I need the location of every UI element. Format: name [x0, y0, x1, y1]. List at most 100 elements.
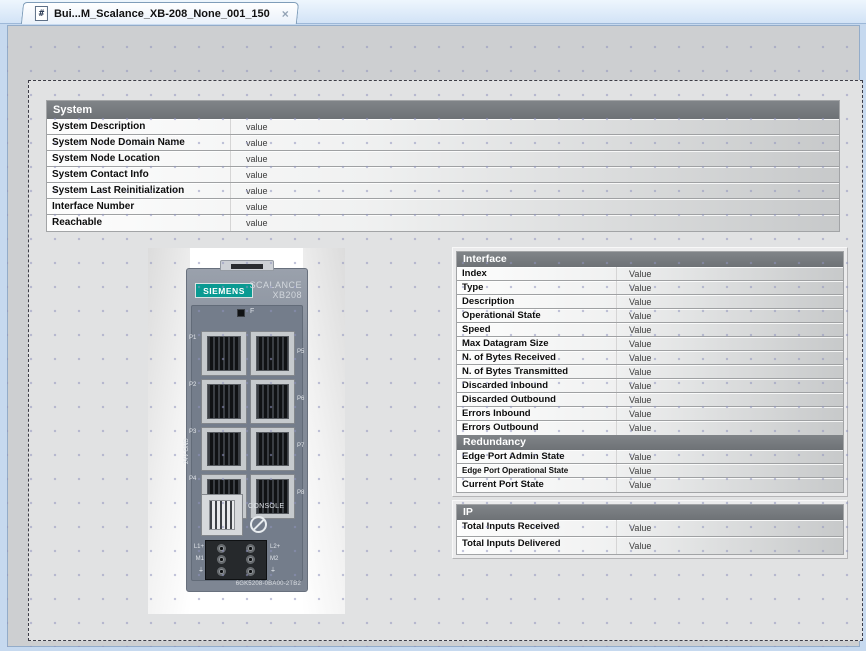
table-row: Index Value [457, 267, 843, 281]
table-row: System Node Location value [47, 151, 839, 167]
row-label: Index [457, 267, 617, 280]
row-value: Value [617, 523, 651, 533]
editor-window: # Bui...M_Scalance_XB-208_None_001_150 ×… [0, 0, 866, 651]
row-value: Value [617, 541, 651, 551]
row-label: Discarded Outbound [457, 393, 617, 406]
table-row: Errors Outbound Value [457, 421, 843, 435]
table-row: N. of Bytes Transmitted Value [457, 365, 843, 379]
photo-shadow-left [148, 248, 190, 614]
device-photo[interactable]: SIEMENS SCALANCE XB208 F [148, 248, 345, 614]
power-labels-left: L1+M1⏚ [190, 541, 204, 577]
row-value: Value [617, 297, 651, 307]
row-label: Description [457, 295, 617, 308]
power-terminal-block [205, 540, 267, 580]
table-row: Edge Port Admin State Value [457, 450, 843, 464]
row-value: Value [617, 466, 651, 476]
selection-marquee[interactable]: System System Description value System N… [28, 80, 863, 641]
interface-table-header: Interface [457, 252, 843, 267]
row-label: Errors Inbound [457, 407, 617, 420]
row-label: Total Inputs Received [457, 520, 617, 536]
row-label: System Description [47, 119, 231, 134]
ip-table[interactable]: IP Total Inputs Received Value Total Inp… [452, 500, 848, 559]
power-side-label: 24V GND [184, 438, 190, 464]
article-number: 6GK5208-0BA00-2TB2 [236, 581, 301, 587]
system-table-header: System [47, 101, 839, 119]
console-port [201, 494, 243, 536]
system-table[interactable]: System System Description value System N… [46, 100, 840, 232]
row-value: Value [617, 353, 651, 363]
tab-scalance-screen[interactable]: # Bui...M_Scalance_XB-208_None_001_150 × [21, 2, 299, 24]
table-row: Interface Number value [47, 199, 839, 215]
row-value: value [231, 218, 268, 228]
row-label: System Last Reinitialization [47, 183, 231, 198]
row-label: System Contact Info [47, 167, 231, 182]
redundancy-table-header: Redundancy [457, 435, 843, 450]
table-row: Reachable value [47, 215, 839, 231]
fault-led [237, 309, 245, 317]
rj45-port-grid [201, 331, 295, 519]
table-row: Total Inputs Delivered Value [457, 537, 843, 554]
console-label: CONSOLE [248, 503, 284, 510]
table-row: Total Inputs Received Value [457, 520, 843, 537]
table-row: Current Port State Value [457, 478, 843, 492]
table-row: Type Value [457, 281, 843, 295]
row-value: value [231, 154, 268, 164]
row-label: System Node Domain Name [47, 135, 231, 150]
row-label: N. of Bytes Transmitted [457, 365, 617, 378]
interface-table[interactable]: Interface Index Value Type Value Descrip… [452, 247, 848, 497]
row-value: Value [617, 367, 651, 377]
row-value: value [231, 138, 268, 148]
device-model-label: SCALANCE XB208 [249, 280, 302, 300]
row-label: Max Datagram Size [457, 337, 617, 350]
row-value: Value [617, 381, 651, 391]
table-row: Operational State Value [457, 309, 843, 323]
row-label: Current Port State [457, 478, 617, 492]
row-value: value [231, 186, 268, 196]
row-value: Value [617, 480, 651, 490]
row-value: Value [617, 339, 651, 349]
table-row: Max Datagram Size Value [457, 337, 843, 351]
row-value: Value [617, 452, 651, 462]
row-value: Value [617, 283, 651, 293]
table-row: Edge Port Operational State Value [457, 464, 843, 478]
row-label: Errors Outbound [457, 421, 617, 435]
row-label: Discarded Inbound [457, 379, 617, 392]
row-label: Type [457, 281, 617, 294]
photo-shadow-right [303, 248, 345, 614]
row-label: System Node Location [47, 151, 231, 166]
row-value: Value [617, 269, 651, 279]
row-value: value [231, 202, 268, 212]
row-label: Edge Port Operational State [457, 464, 617, 477]
row-value: value [231, 122, 268, 132]
table-row: Description Value [457, 295, 843, 309]
tab-close-icon[interactable]: × [282, 7, 289, 21]
prohibition-icon [250, 516, 267, 533]
row-value: Value [617, 311, 651, 321]
table-row: N. of Bytes Received Value [457, 351, 843, 365]
row-value: Value [617, 325, 651, 335]
fault-led-label: F [250, 308, 254, 315]
row-label: Interface Number [47, 199, 231, 214]
row-value: Value [617, 409, 651, 419]
rj45-port [250, 427, 296, 472]
power-labels-right: L2+M2⏚ [270, 541, 284, 577]
rj45-port [201, 331, 247, 376]
table-row: Speed Value [457, 323, 843, 337]
scalance-xb208-device: SIEMENS SCALANCE XB208 F [186, 268, 308, 592]
row-label: N. of Bytes Received [457, 351, 617, 364]
tab-title: Bui...M_Scalance_XB-208_None_001_150 [54, 8, 270, 20]
row-label: Speed [457, 323, 617, 336]
table-row: System Description value [47, 119, 839, 135]
row-value: value [231, 170, 268, 180]
table-row: System Node Domain Name value [47, 135, 839, 151]
table-row: Errors Inbound Value [457, 407, 843, 421]
table-row: Discarded Outbound Value [457, 393, 843, 407]
table-row: System Contact Info value [47, 167, 839, 183]
rj45-port [250, 474, 296, 519]
row-label: Reachable [47, 215, 231, 231]
ip-table-header: IP [457, 505, 843, 520]
table-row: System Last Reinitialization value [47, 183, 839, 199]
row-label: Operational State [457, 309, 617, 322]
row-label: Edge Port Admin State [457, 450, 617, 463]
screen-document-icon: # [35, 6, 48, 21]
